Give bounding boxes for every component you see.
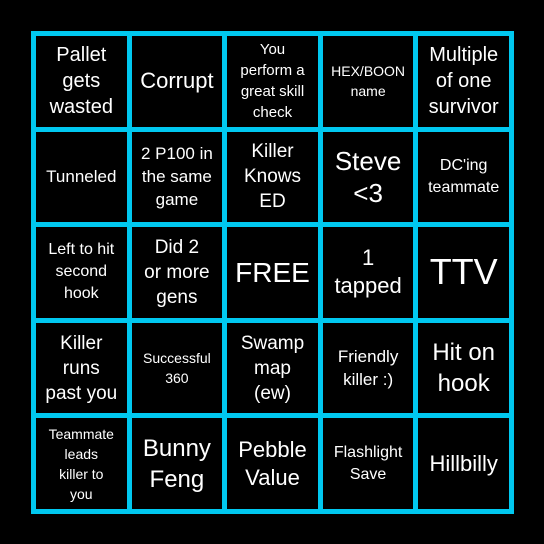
- bingo-cell-r3c2[interactable]: Did 2 or more gens: [131, 227, 223, 318]
- bingo-cell-r2c4[interactable]: Steve <3: [322, 131, 414, 223]
- cell-label: Multiple of one survivor: [428, 44, 499, 119]
- bingo-cell-r5c2[interactable]: Bunny Feng: [131, 418, 223, 509]
- cell-label: Flashlight Save: [333, 443, 403, 483]
- cell-label: Killer runs past you: [45, 332, 118, 404]
- bingo-cell-r1c3[interactable]: You perform a great skill check: [227, 36, 318, 127]
- bingo-cell-free[interactable]: FREE: [227, 227, 318, 318]
- cell-label: Friendly killer :): [337, 347, 399, 390]
- bingo-cell-r2c2[interactable]: 2 P100 in the same game: [131, 131, 223, 223]
- bingo-cell-r2c5[interactable]: DC'ing teammate: [418, 131, 509, 223]
- bingo-cell-r5c5[interactable]: Hillbilly: [418, 418, 509, 509]
- bingo-cell-r5c1[interactable]: Teammate leads killer to you: [36, 418, 127, 509]
- bingo-cell-r3c5[interactable]: TTV: [418, 227, 509, 318]
- cell-label: DC'ing teammate: [428, 156, 500, 196]
- free-space-label: FREE: [235, 256, 310, 288]
- cell-label: Pallet gets wasted: [49, 44, 113, 119]
- bingo-cell-r4c5[interactable]: Hit on hook: [418, 322, 509, 414]
- cell-label: Steve <3: [334, 145, 402, 208]
- cell-label: 1 tapped: [334, 245, 402, 299]
- bingo-cell-r2c3[interactable]: Killer Knows ED: [227, 131, 318, 223]
- cell-label: Swamp map (ew): [240, 332, 305, 404]
- cell-label: Pebble Value: [238, 436, 307, 490]
- bingo-cell-r1c4[interactable]: HEX/BOON name: [322, 36, 414, 127]
- bingo-cell-r4c2[interactable]: Successful 360: [131, 322, 223, 414]
- bingo-cell-r4c3[interactable]: Swamp map (ew): [227, 322, 318, 414]
- bingo-cell-r1c5[interactable]: Multiple of one survivor: [418, 36, 509, 127]
- cell-label: 2 P100 in the same game: [140, 144, 213, 210]
- bingo-cell-r3c4[interactable]: 1 tapped: [322, 227, 414, 318]
- cell-label: Bunny Feng: [142, 434, 211, 493]
- bingo-cell-r2c1[interactable]: Tunneled: [36, 131, 127, 223]
- cell-label: Tunneled: [46, 167, 117, 187]
- cell-label: You perform a great skill check: [240, 41, 305, 122]
- cell-label: Left to hit second hook: [48, 241, 115, 303]
- bingo-cell-r3c1[interactable]: Left to hit second hook: [36, 227, 127, 318]
- bingo-cell-r1c1[interactable]: Pallet gets wasted: [36, 36, 127, 127]
- cell-label: Corrupt: [140, 68, 214, 94]
- bingo-cell-r1c2[interactable]: Corrupt: [131, 36, 223, 127]
- bingo-cell-r5c4[interactable]: Flashlight Save: [322, 418, 414, 509]
- cell-label: Successful 360: [143, 350, 211, 387]
- cell-label: Killer Knows ED: [243, 141, 301, 213]
- bingo-cell-r5c3[interactable]: Pebble Value: [227, 418, 318, 509]
- cell-label: HEX/BOON name: [331, 63, 406, 100]
- cell-label: Hit on hook: [432, 339, 496, 398]
- bingo-cell-r4c4[interactable]: Friendly killer :): [322, 322, 414, 414]
- cell-label: TTV: [429, 251, 498, 293]
- bingo-cell-r4c1[interactable]: Killer runs past you: [36, 322, 127, 414]
- cell-label: Hillbilly: [429, 450, 498, 476]
- bingo-board: Pallet gets wasted Corrupt You perform a…: [31, 31, 514, 514]
- cell-label: Teammate leads killer to you: [48, 425, 114, 502]
- cell-label: Did 2 or more gens: [144, 236, 210, 308]
